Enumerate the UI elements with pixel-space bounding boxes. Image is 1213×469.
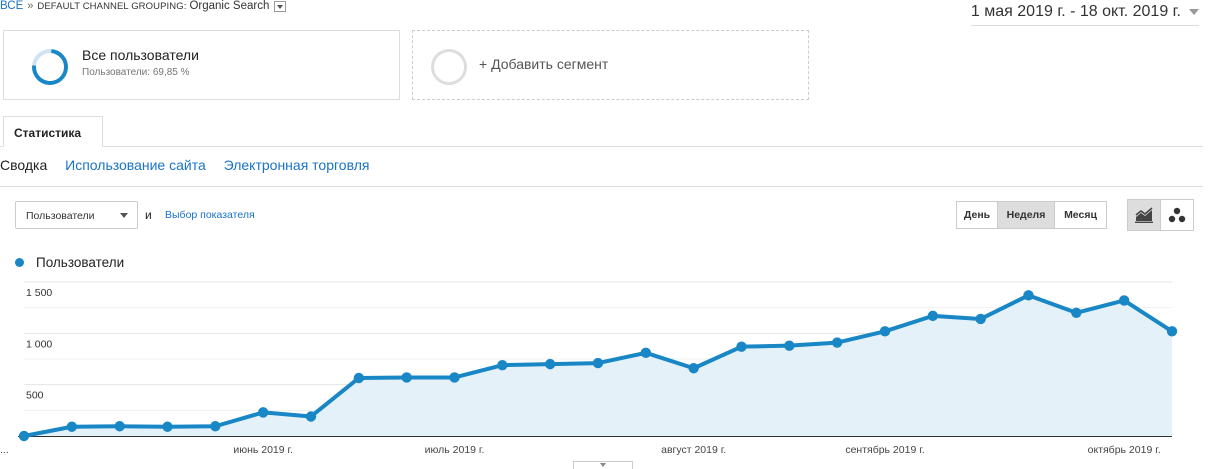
period-month-button[interactable]: Месяц bbox=[1054, 201, 1107, 229]
data-point bbox=[736, 341, 747, 352]
data-point bbox=[927, 310, 939, 322]
data-point bbox=[449, 372, 460, 383]
chart-type-button-group bbox=[1127, 199, 1194, 231]
period-day-button[interactable]: День bbox=[956, 201, 998, 229]
data-point bbox=[975, 313, 986, 325]
data-point bbox=[592, 357, 604, 369]
data-point bbox=[879, 326, 891, 337]
data-point bbox=[257, 407, 269, 418]
breadcrumb-current: Organic Search bbox=[189, 0, 270, 12]
breadcrumb-dimension: DEFAULT CHANNEL GROUPING: bbox=[37, 0, 187, 12]
x-tick-label: июнь 2019 г. bbox=[233, 444, 293, 456]
breadcrumb-root-link[interactable]: ВСЕ bbox=[0, 0, 23, 12]
breadcrumb-separator: » bbox=[27, 0, 34, 12]
tab-bar-divider bbox=[0, 146, 1203, 147]
subnav-ecommerce[interactable]: Электронная торговля bbox=[224, 157, 370, 173]
motion-chart-icon bbox=[1168, 207, 1186, 223]
data-point bbox=[1166, 326, 1178, 337]
data-point bbox=[66, 421, 78, 432]
subnav-site-usage[interactable]: Использование сайта bbox=[65, 157, 206, 173]
period-button-group: День Неделя Месяц bbox=[956, 201, 1107, 229]
y-tick-label: 1 000 bbox=[26, 338, 52, 350]
data-point bbox=[18, 430, 30, 442]
date-range-label: 1 мая 2019 г. - 18 окт. 2019 г. bbox=[970, 3, 1181, 20]
motion-chart-button[interactable] bbox=[1160, 199, 1194, 231]
x-tick-label: октябрь 2019 г. bbox=[1088, 444, 1161, 456]
x-tick-label: август 2019 г. bbox=[661, 444, 726, 456]
metric-dropdown-value: Пользователи bbox=[26, 210, 95, 222]
line-chart-button[interactable] bbox=[1127, 199, 1161, 231]
data-point bbox=[544, 358, 556, 370]
data-point bbox=[1118, 295, 1130, 306]
metric-dropdown[interactable]: Пользователи bbox=[15, 201, 138, 229]
y-tick-label: 500 bbox=[26, 390, 44, 402]
data-point bbox=[162, 421, 173, 432]
breadcrumb: ВСЕ » DEFAULT CHANNEL GROUPING: Organic … bbox=[0, 0, 287, 12]
x-tick-label: сентябрь 2019 г. bbox=[845, 444, 924, 456]
chevron-down-icon[interactable] bbox=[274, 0, 287, 12]
add-segment-button[interactable]: + Добавить сегмент bbox=[412, 30, 809, 100]
and-label: и bbox=[145, 208, 152, 222]
chart-collapse-handle[interactable] bbox=[573, 461, 633, 469]
subnav-summary[interactable]: Сводка bbox=[0, 157, 47, 173]
segment-subtitle: Пользователи: 69,85 % bbox=[82, 67, 190, 78]
data-point bbox=[688, 363, 699, 374]
add-segment-label: + Добавить сегмент bbox=[479, 56, 609, 72]
data-point bbox=[210, 421, 221, 432]
legend-label: Пользователи bbox=[36, 255, 125, 270]
subnav-divider bbox=[0, 186, 1203, 187]
tab-statistics[interactable]: Статистика bbox=[3, 116, 103, 147]
data-point bbox=[1023, 290, 1034, 301]
segment-all-users[interactable]: Все пользователи Пользователи: 69,85 % bbox=[3, 30, 400, 100]
y-tick-label: 1 500 bbox=[26, 287, 52, 299]
data-point bbox=[1071, 307, 1082, 318]
data-point bbox=[831, 337, 843, 348]
x-tick-label: июль 2019 г. bbox=[425, 444, 485, 456]
date-range-picker[interactable]: 1 мая 2019 г. - 18 окт. 2019 г. bbox=[970, 3, 1199, 26]
data-point bbox=[640, 347, 652, 359]
legend-dot-icon bbox=[15, 258, 24, 267]
period-week-button[interactable]: Неделя bbox=[997, 201, 1055, 229]
data-point bbox=[305, 411, 317, 422]
empty-ring-icon bbox=[431, 49, 467, 85]
segment-ring-icon bbox=[24, 41, 76, 93]
data-point bbox=[401, 372, 412, 383]
data-point bbox=[353, 372, 365, 384]
report-subnav: Сводка Использование сайта Электронная т… bbox=[0, 157, 383, 173]
data-point bbox=[497, 359, 508, 371]
chevron-down-icon bbox=[120, 213, 128, 218]
segment-title: Все пользователи bbox=[82, 47, 199, 63]
chart-legend: Пользователи bbox=[15, 255, 124, 270]
line-chart-icon bbox=[1135, 207, 1153, 223]
data-point bbox=[114, 421, 125, 432]
users-area-chart: 500 1 000 1 500... июнь 2019 г. июль 2019 г.… bbox=[0, 281, 1178, 456]
chevron-down-icon bbox=[1189, 9, 1199, 15]
choose-metric-link[interactable]: Выбор показателя bbox=[165, 209, 255, 221]
data-point bbox=[784, 340, 795, 351]
x-tick-label: ... bbox=[0, 444, 9, 456]
